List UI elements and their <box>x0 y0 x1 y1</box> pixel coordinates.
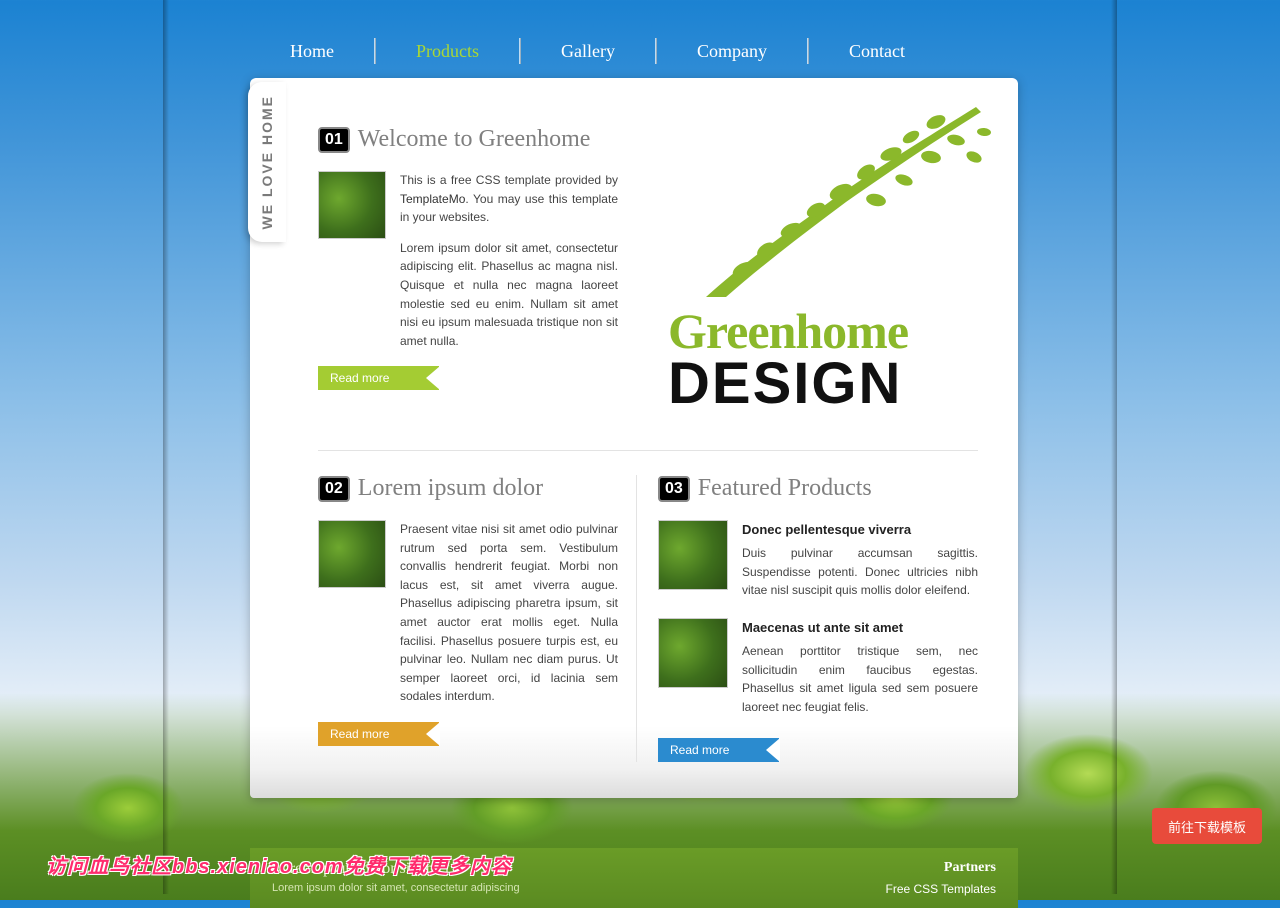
nav-gallery[interactable]: Gallery <box>521 41 655 62</box>
templatemo-link[interactable]: TemplateMo <box>400 192 465 206</box>
read-more-button[interactable]: Read more <box>318 722 439 746</box>
hero-graphic: Greenhome DESIGN <box>658 126 978 426</box>
product-desc: Aenean porttitor tristique sem, nec soll… <box>742 644 978 714</box>
heading-number: 01 <box>318 127 350 153</box>
nav-home[interactable]: Home <box>250 41 374 62</box>
thumbnail-image <box>658 520 728 590</box>
welcome-text: This is a free CSS template provided by … <box>400 171 618 362</box>
side-tab-label: WE LOVE HOME <box>259 95 275 229</box>
product-desc: Duis pulvinar accumsan sagittis. Suspend… <box>742 546 978 597</box>
watermark-text: 访问血鸟社区bbs.xieniao.com免费下载更多内容 <box>46 850 512 879</box>
main-nav: Home Products Gallery Company Contact <box>250 38 945 64</box>
footer-left-sub: Lorem ipsum dolor sit amet, consectetur … <box>272 882 520 894</box>
read-more-button[interactable]: Read more <box>658 738 779 762</box>
section-featured: 03 Featured Products Donec pellentesque … <box>658 475 978 762</box>
nav-contact[interactable]: Contact <box>809 41 945 62</box>
page-shadow <box>1111 0 1117 894</box>
product-name: Maecenas ut ante sit amet <box>742 618 978 638</box>
divider <box>318 450 978 451</box>
read-more-button[interactable]: Read more <box>318 366 439 390</box>
row-2: 02 Lorem ipsum dolor Praesent vitae nisi… <box>318 475 978 762</box>
thumbnail-image <box>658 618 728 688</box>
nav-products[interactable]: Products <box>376 41 519 62</box>
button-label: Read more <box>330 371 389 385</box>
text-paragraph: Praesent vitae nisi sit amet odio pulvin… <box>400 520 618 706</box>
product-item: Maecenas ut ante sit amet Aenean porttit… <box>658 618 978 717</box>
section-welcome: 01 Welcome to Greenhome This is a free C… <box>318 126 618 426</box>
heading-title: Welcome to Greenhome <box>358 126 591 153</box>
thumbnail-image <box>318 520 386 588</box>
heading-welcome: 01 Welcome to Greenhome <box>318 126 618 153</box>
product-item: Donec pellentesque viverra Duis pulvinar… <box>658 520 978 600</box>
thumbnail-image <box>318 171 386 239</box>
side-tab: WE LOVE HOME <box>248 82 286 242</box>
lorem-text: Praesent vitae nisi sit amet odio pulvin… <box>400 520 618 718</box>
branch-icon <box>636 102 996 312</box>
button-label: Read more <box>330 727 389 741</box>
heading-title: Featured Products <box>698 475 872 502</box>
page-shadow <box>163 0 169 894</box>
product-name: Donec pellentesque viverra <box>742 520 978 540</box>
heading-featured: 03 Featured Products <box>658 475 978 502</box>
heading-lorem: 02 Lorem ipsum dolor <box>318 475 618 502</box>
footer-right-title: Partners <box>886 860 997 876</box>
button-label: Read more <box>670 743 729 757</box>
content-card: WE LOVE HOME 01 Welcome to Greenhome Thi… <box>250 78 1018 798</box>
download-template-button[interactable]: 前往下载模板 <box>1152 808 1262 844</box>
text-fragment: This is a free CSS template provided by <box>400 173 618 187</box>
text-paragraph: Lorem ipsum dolor sit amet, consectetur … <box>400 239 618 351</box>
vertical-divider <box>636 475 637 762</box>
heading-number: 03 <box>658 476 690 502</box>
nav-company[interactable]: Company <box>657 41 807 62</box>
hero-title-2: DESIGN <box>668 350 902 417</box>
heading-number: 02 <box>318 476 350 502</box>
section-lorem: 02 Lorem ipsum dolor Praesent vitae nisi… <box>318 475 618 762</box>
heading-title: Lorem ipsum dolor <box>358 475 543 502</box>
